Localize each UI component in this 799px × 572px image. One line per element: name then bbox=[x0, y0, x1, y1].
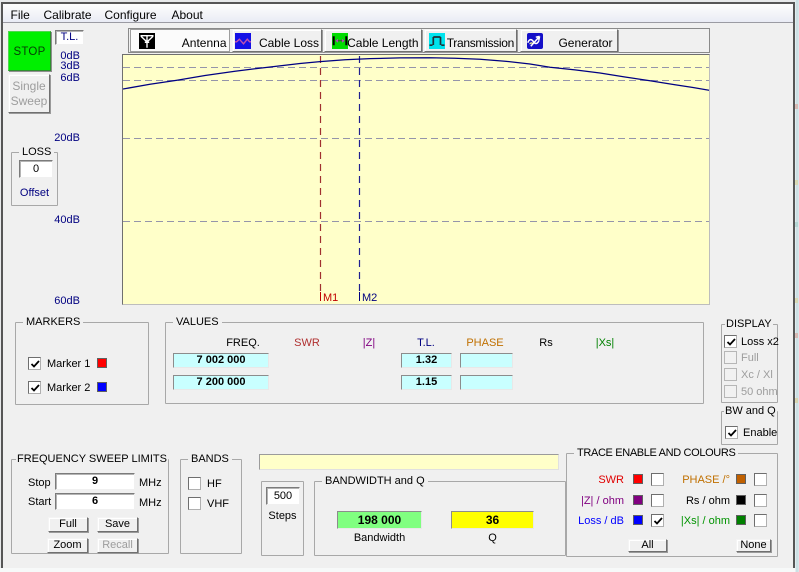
svg-text:M1: M1 bbox=[323, 292, 338, 304]
svg-text:M2: M2 bbox=[362, 292, 377, 304]
